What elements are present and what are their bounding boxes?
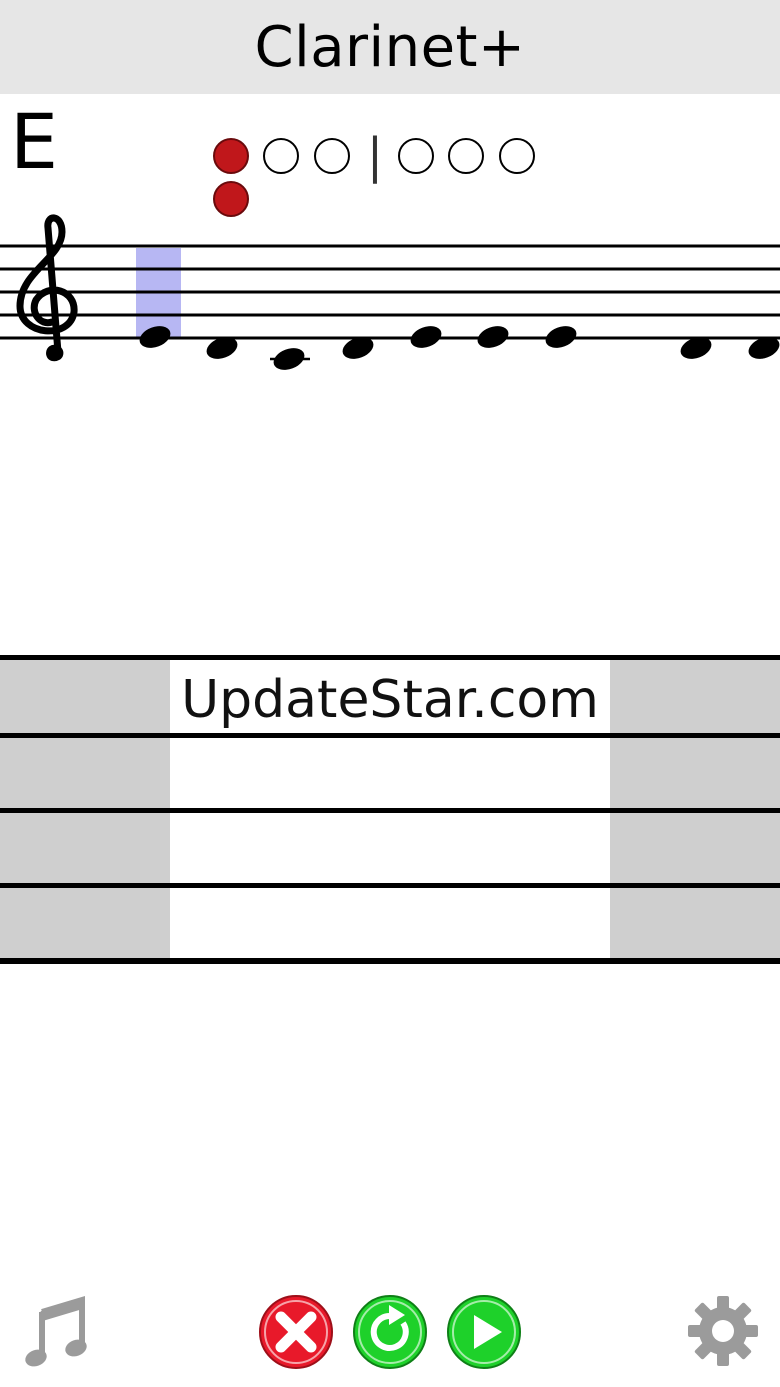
keyboard-divider (0, 883, 780, 888)
fingering-hole-2 (263, 138, 299, 174)
settings-button[interactable] (684, 1292, 762, 1370)
keyboard-divider (0, 958, 780, 964)
fingering-hole-4 (398, 138, 434, 174)
app-title: Clarinet+ (254, 14, 526, 80)
answer-row-4[interactable] (0, 885, 780, 960)
fingering-hole-6 (499, 138, 535, 174)
answer-keyboard: UpdateStar.com (0, 655, 780, 967)
staff-note-5[interactable] (408, 322, 445, 352)
fingering-hole-1 (213, 138, 249, 174)
cancel-button[interactable] (257, 1293, 335, 1371)
answer-row-3[interactable] (0, 809, 780, 885)
answer-row-2[interactable] (0, 733, 780, 809)
fingering-hole-5 (448, 138, 484, 174)
keyboard-divider (0, 655, 780, 660)
staff-note-6[interactable] (475, 322, 512, 352)
keyboard-divider (0, 808, 780, 813)
fingering-hole-3 (314, 138, 350, 174)
play-button[interactable] (445, 1293, 523, 1371)
staff-note-7[interactable] (543, 322, 580, 352)
staff-note-3[interactable] (271, 344, 308, 374)
reset-button[interactable] (351, 1293, 429, 1371)
music-note-icon[interactable] (20, 1292, 90, 1372)
app-header: Clarinet+ (0, 0, 780, 94)
ad-banner-text[interactable]: UpdateStar.com (170, 665, 610, 735)
music-staff[interactable] (0, 205, 780, 390)
fingering-separator: | (367, 128, 383, 184)
